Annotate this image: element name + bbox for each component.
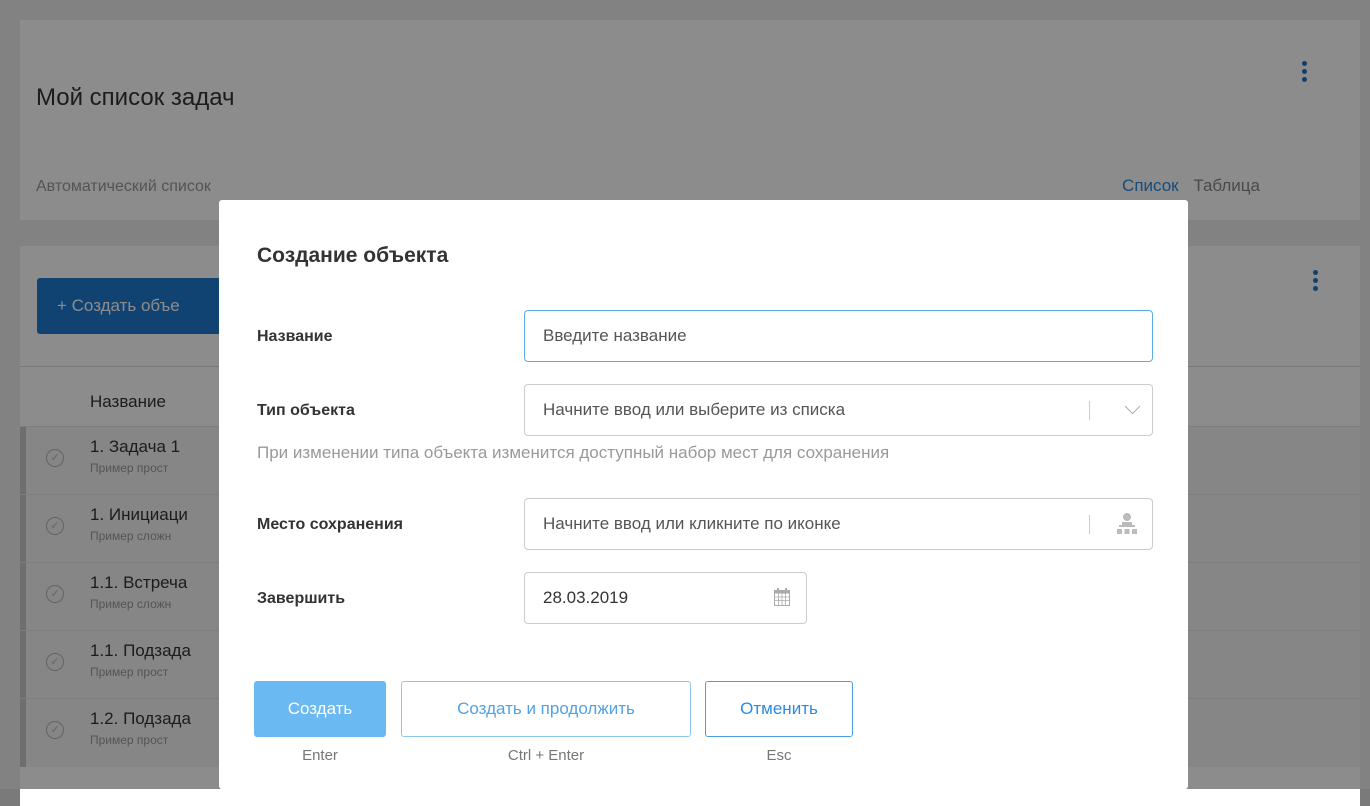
cancel-shortcut: Esc	[766, 747, 792, 764]
tree-structure-icon[interactable]	[1116, 512, 1138, 536]
finish-label: Завершить	[257, 590, 346, 607]
create-object-dialog: Создание объекта Название Введите назван…	[219, 200, 1188, 789]
place-label: Место сохранения	[257, 516, 403, 533]
cancel-button[interactable]: Отменить	[705, 681, 853, 737]
place-placeholder: Начните ввод или кликните по иконке	[543, 514, 841, 533]
type-placeholder: Начните ввод или выберите из списка	[543, 400, 846, 419]
name-placeholder: Введите название	[543, 326, 687, 345]
name-label: Название	[257, 328, 333, 345]
chevron-down-icon[interactable]	[1124, 398, 1141, 415]
type-hint: При изменении типа объекта изменится дос…	[257, 443, 890, 462]
select-separator	[1089, 401, 1090, 420]
name-input[interactable]: Введите название	[524, 310, 1153, 362]
finish-date-value: 28.03.2019	[543, 588, 629, 607]
calendar-icon[interactable]	[774, 588, 790, 606]
type-label: Тип объекта	[257, 402, 355, 419]
create-shortcut: Enter	[302, 747, 338, 764]
create-continue-shortcut: Ctrl + Enter	[507, 747, 585, 764]
input-separator	[1089, 515, 1090, 534]
finish-date-input[interactable]: 28.03.2019	[524, 572, 807, 624]
create-and-continue-button[interactable]: Создать и продолжить	[401, 681, 691, 737]
save-place-input[interactable]: Начните ввод или кликните по иконке	[524, 498, 1153, 550]
object-type-select[interactable]: Начните ввод или выберите из списка	[524, 384, 1153, 436]
dialog-title: Создание объекта	[257, 244, 449, 267]
create-button[interactable]: Создать	[254, 681, 386, 737]
